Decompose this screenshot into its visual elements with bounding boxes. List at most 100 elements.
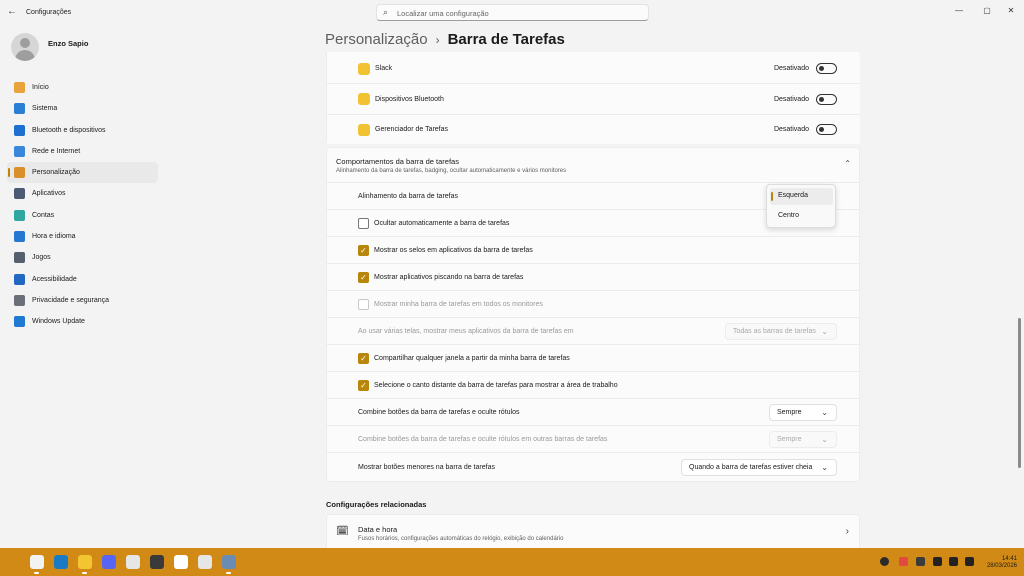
sidebar-item-label: Sistema [32,105,58,113]
file-manager-icon[interactable] [30,555,44,569]
date-time-link[interactable]: 🗓 Data e hora Fusos horários, configuraç… [326,514,860,548]
flashing-checkbox[interactable]: ✓ [358,272,369,283]
sidebar-item-label: Hora e idioma [32,233,76,241]
dropdown-value: Todas as barras de tarefas [733,328,816,335]
badges-checkbox[interactable]: ✓ [358,245,369,256]
sidebar-item-sistema[interactable]: Sistema [7,98,158,119]
badges-row: ✓ Mostrar os selos em aplicativos da bar… [327,237,859,264]
running-indicator [226,572,231,574]
sidebar-item-rede-e-internet[interactable]: Rede e Internet [7,141,158,162]
all-monitors-checkbox[interactable] [358,299,369,310]
terminal-icon[interactable] [54,555,68,569]
autohide-checkbox[interactable] [358,218,369,229]
search-box[interactable]: ⌕ Localizar uma configuração [376,4,649,21]
sidebar-item-label: Privacidade e segurança [32,296,110,304]
chevron-down-icon: ⌄ [821,408,828,417]
search-placeholder[interactable]: Localizar uma configuração [397,9,489,18]
sidebar-item-label: Aplicativos [32,190,66,198]
slack-icon [358,63,370,75]
combine-other-dropdown[interactable]: Sempre ⌄ [769,431,837,448]
brush-icon [14,167,25,179]
combine-dropdown[interactable]: Sempre ⌄ [769,404,837,421]
checkbox-label: Compartilhar qualquer janela a partir da… [374,355,570,362]
sidebar-item-label: Windows Update [32,318,85,326]
combine-other-label: Combine botões da barra de tarefas e ocu… [358,436,608,443]
accessibility-icon [14,273,25,285]
sidebar-item-jogos[interactable]: Jogos [7,247,158,268]
network-icon[interactable] [933,557,942,566]
close-button[interactable]: ✕ [1001,4,1021,18]
sidebar-item-acessibilidade[interactable]: Acessibilidade [7,269,158,290]
multi-monitor-dropdown[interactable]: Todas as barras de tarefas ⌄ [725,323,837,340]
overflow-apps-card: Slack Desativado Dispositivos Bluetooth … [326,52,860,144]
sidebar-item-in-cio[interactable]: Início [7,77,158,98]
section-title: Comportamentos da barra de tarefas [336,157,459,166]
windows-update-icon [14,316,25,328]
list-item: Gerenciador de Tarefas Desativado [327,115,860,144]
sidebar-item-personaliza-o[interactable]: Personalização [7,162,158,184]
running-indicator [82,572,87,574]
person-icon [14,209,25,221]
pinwheel-icon[interactable] [174,555,188,569]
section-subtitle: Alinhamento da barra de tarefas, badging… [336,168,567,174]
minimize-button[interactable]: — [949,4,969,18]
task-manager-icon [358,124,370,136]
task-manager-toggle[interactable] [816,124,837,135]
app-tray-icon[interactable] [899,557,908,566]
calculator-icon[interactable] [150,555,164,569]
gamepad-icon [14,252,25,264]
checkbox-label: Mostrar os selos em aplicativos da barra… [374,247,533,254]
wifi-icon [14,145,25,157]
alignment-option-centro[interactable]: Centro [770,208,833,225]
battery-icon[interactable] [965,557,974,566]
sidebar-item-label: Início [32,84,49,91]
sidebar-item-contas[interactable]: Contas [7,205,158,226]
bluetooth-icon [14,124,25,136]
alignment-option-esquerda[interactable]: Esquerda [770,188,833,205]
small-buttons-dropdown[interactable]: Quando a barra de tarefas estiver cheia … [681,459,837,476]
app-label: Gerenciador de Tarefas [375,126,449,133]
checkbox-label: Mostrar minha barra de tarefas em todos … [374,301,543,308]
checkbox-label: Selecione o canto distante da barra de t… [374,382,618,389]
behaviors-header[interactable]: Comportamentos da barra de tarefas Alinh… [327,148,859,183]
avatar-head-shape [20,38,30,48]
sidebar-item-privacidade-e-seguran-a[interactable]: Privacidade e segurança [7,290,158,311]
show-desktop-checkbox[interactable]: ✓ [358,380,369,391]
scrollbar[interactable] [1018,318,1021,468]
speaker-tray-icon[interactable] [916,557,925,566]
title-bar: ← Configurações ⌕ Localizar uma configur… [0,0,1024,26]
globe-clock-icon [14,231,25,243]
list-item: Dispositivos Bluetooth Desativado [327,84,860,115]
slack-toggle[interactable] [816,63,837,74]
toggle-knob [819,127,824,132]
sidebar-item-label: Acessibilidade [32,275,77,283]
taskbar-clock[interactable]: 14:41 28/03/2026 [987,556,1017,570]
share-window-checkbox[interactable]: ✓ [358,353,369,364]
sidebar-item-bluetooth-e-dispositivos[interactable]: Bluetooth e dispositivos [7,120,158,141]
chrome-profile-icon[interactable] [198,555,212,569]
back-arrow-icon[interactable]: ← [7,6,17,17]
avatar[interactable] [11,33,39,61]
bluetooth-icon [358,93,370,105]
sidebar-nav: Início Sistema Bluetooth e dispositivos Red… [7,77,158,333]
sidebar-item-hora-e-idioma[interactable]: Hora e idioma [7,226,158,247]
folder-icon[interactable] [78,555,92,569]
volume-icon[interactable] [949,557,958,566]
discord-icon[interactable] [102,555,116,569]
breadcrumb-parent[interactable]: Personalização [325,31,428,48]
main-content: Slack Desativado Dispositivos Bluetooth … [326,52,860,548]
bluetooth-toggle[interactable] [816,94,837,105]
user-name: Enzo Sapio [48,39,89,48]
chrome-icon[interactable] [126,555,140,569]
chevron-down-icon: ⌄ [821,463,828,472]
sidebar-item-windows-update[interactable]: Windows Update [7,311,158,332]
chevron-up-tray-icon[interactable] [880,557,889,566]
maximize-button[interactable]: ▢ [977,4,997,18]
chevron-up-icon[interactable]: ⌃ [844,159,851,168]
sidebar-item-label: Bluetooth e dispositivos [32,126,106,134]
multi-monitor-label: Ao usar várias telas, mostrar meus aplic… [358,328,574,335]
show-desktop-row: ✓ Selecione o canto distante da barra de… [327,372,859,399]
settings-icon[interactable] [222,555,236,569]
toggle-state-label: Desativado [773,126,809,133]
sidebar-item-aplicativos[interactable]: Aplicativos [7,183,158,204]
